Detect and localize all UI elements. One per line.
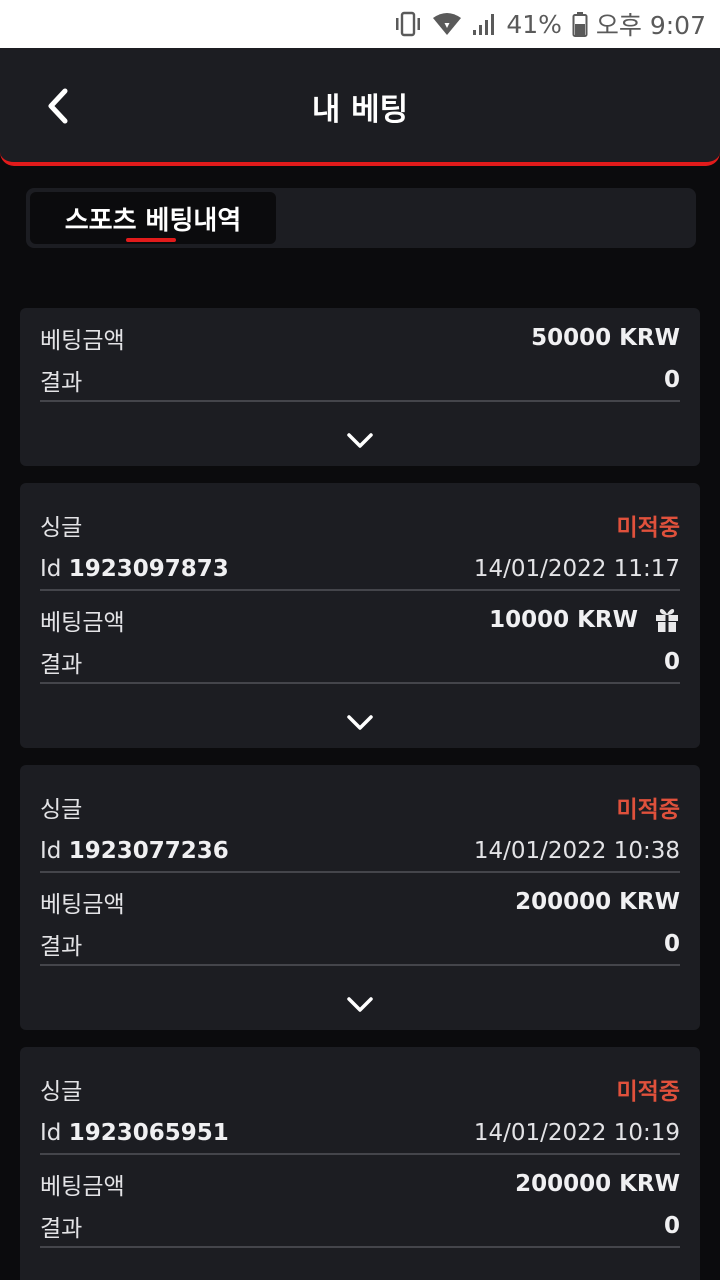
bet-header-row: 싱글 미적중: [40, 1071, 680, 1107]
result-label: 결과: [40, 934, 83, 960]
battery-percent: 41%: [506, 9, 562, 39]
bet-id: Id 1923097873: [40, 556, 229, 582]
bet-id-row: Id 1923065951 14/01/2022 10:19: [40, 1115, 680, 1151]
divider: [40, 400, 680, 402]
bet-amount-label: 베팅금액: [40, 1174, 125, 1200]
bet-type: 싱글: [40, 1079, 83, 1105]
divider: [40, 589, 680, 591]
result-value: 0: [663, 367, 680, 393]
tab-sports-betting-history[interactable]: 스포츠 베팅내역: [30, 192, 276, 244]
bet-date: 14/01/2022 10:38: [473, 838, 680, 864]
id-prefix: Id: [40, 556, 62, 582]
bet-amount-row: 베팅금액 10000 KRW: [40, 602, 680, 638]
active-tab-indicator: [126, 238, 176, 242]
page-title: 내 베팅: [311, 92, 409, 128]
bet-amount-row: 베팅금액 200000 KRW: [40, 1166, 680, 1202]
bet-date: 14/01/2022 10:19: [473, 1120, 680, 1146]
bet-amount-row: 베팅금액 50000 KRW: [40, 320, 680, 356]
chevron-down-icon: [347, 715, 373, 730]
chevron-down-icon: [347, 997, 373, 1012]
battery-icon: [572, 11, 588, 37]
bet-id: Id 1923065951: [40, 1120, 229, 1146]
chevron-down-icon: [347, 433, 373, 448]
signal-icon: [472, 12, 498, 36]
divider: [40, 682, 680, 684]
result-row: 결과 0: [40, 362, 680, 398]
bet-card: 싱글 미적중 Id 1923097873 14/01/2022 11:17 베팅…: [20, 483, 700, 748]
bet-card: 베팅금액 50000 KRW 결과 0: [20, 308, 700, 466]
expand-button[interactable]: [20, 987, 700, 1023]
bet-date: 14/01/2022 11:17: [473, 556, 680, 582]
bet-amount-value: 10000 KRW: [489, 607, 638, 633]
result-label: 결과: [40, 652, 83, 678]
tab-label: 스포츠 베팅내역: [64, 205, 242, 236]
bet-header-row: 싱글 미적중: [40, 789, 680, 825]
bet-amount-label: 베팅금액: [40, 328, 125, 354]
divider: [40, 1153, 680, 1155]
status-bar: 41% 오후 9:07: [0, 0, 720, 48]
bet-id-row: Id 1923097873 14/01/2022 11:17: [40, 551, 680, 587]
bet-id-number: 1923065951: [68, 1120, 229, 1146]
vibrate-icon: [394, 11, 422, 37]
bet-status-badge: 미적중: [616, 1079, 680, 1105]
divider: [40, 1246, 680, 1248]
tab-bar: 스포츠 베팅내역: [26, 188, 696, 248]
bet-amount-value: 200000 KRW: [515, 1171, 680, 1197]
bet-card: 싱글 미적중 Id 1923077236 14/01/2022 10:38 베팅…: [20, 765, 700, 1030]
gift-icon[interactable]: [654, 607, 680, 633]
bet-header-row: 싱글 미적중: [40, 507, 680, 543]
result-value: 0: [663, 1213, 680, 1239]
bet-amount-label: 베팅금액: [40, 610, 125, 636]
expand-button[interactable]: [20, 423, 700, 459]
app-header: 내 베팅: [0, 48, 720, 166]
id-prefix: Id: [40, 838, 62, 864]
bet-amount-value: 200000 KRW: [515, 889, 680, 915]
bet-id: Id 1923077236: [40, 838, 229, 864]
bet-amount-label: 베팅금액: [40, 892, 125, 918]
bet-id-row: Id 1923077236 14/01/2022 10:38: [40, 833, 680, 869]
bet-amount-row: 베팅금액 200000 KRW: [40, 884, 680, 920]
bet-id-number: 1923077236: [68, 838, 229, 864]
result-row: 결과 0: [40, 644, 680, 680]
result-row: 결과 0: [40, 926, 680, 962]
bet-type: 싱글: [40, 515, 83, 541]
bet-type: 싱글: [40, 797, 83, 823]
bet-id-number: 1923097873: [68, 556, 229, 582]
clock: 오후 9:07: [595, 11, 706, 40]
bet-amount-value: 50000 KRW: [531, 325, 680, 351]
result-label: 결과: [40, 1216, 83, 1242]
result-label: 결과: [40, 370, 83, 396]
bet-card: 싱글 미적중 Id 1923065951 14/01/2022 10:19 베팅…: [20, 1047, 700, 1280]
wifi-icon: [432, 11, 462, 37]
bet-status-badge: 미적중: [616, 515, 680, 541]
id-prefix: Id: [40, 1120, 62, 1146]
result-value: 0: [663, 649, 680, 675]
result-value: 0: [663, 931, 680, 957]
result-row: 결과 0: [40, 1208, 680, 1244]
expand-button[interactable]: [20, 705, 700, 741]
divider: [40, 964, 680, 966]
bet-status-badge: 미적중: [616, 797, 680, 823]
divider: [40, 871, 680, 873]
